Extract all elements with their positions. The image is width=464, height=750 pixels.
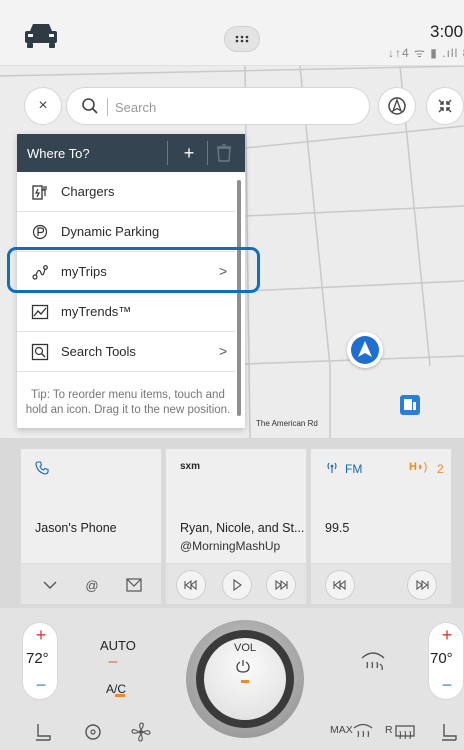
trash-icon[interactable] [215, 143, 233, 163]
radio-source: FM [345, 462, 363, 476]
auto-indicator: --- [108, 654, 118, 668]
siriusxm-card[interactable]: sxm Ryan, Nicole, and St... @MorningMash… [165, 448, 307, 605]
phone-controls: @ [21, 563, 161, 604]
power-icon [236, 660, 250, 673]
navigation-mode-button[interactable] [378, 87, 416, 125]
reorder-tip: Tip: To reorder menu items, touch and ho… [25, 389, 231, 416]
radio-card[interactable]: FM H◗) 2 99.5 [310, 448, 452, 605]
status-indicators: ↓↑4 ᯤ ▮ .ıll 80 [388, 46, 464, 60]
heated-seat-icon[interactable] [32, 720, 54, 744]
panel-title: Where To? [27, 146, 90, 161]
ac-indicator [115, 694, 125, 697]
hd-channel: 2 [437, 462, 444, 476]
menu-item-dynamic-parking[interactable]: Dynamic Parking [17, 212, 235, 252]
right-temp: 70° [430, 650, 453, 667]
seek-forward-icon[interactable] [407, 570, 437, 600]
collapse-button[interactable] [426, 87, 464, 125]
volume-label: VOL [233, 642, 256, 654]
skip-forward-icon[interactable] [266, 570, 296, 600]
search-input[interactable] [115, 96, 355, 118]
power-indicator [241, 680, 249, 683]
phone-card[interactable]: Jason's Phone @ [20, 448, 162, 605]
search-tools-icon [31, 343, 49, 361]
auto-button[interactable]: AUTO [100, 638, 136, 653]
radio-signal-icon [327, 462, 337, 473]
fan-icon[interactable] [130, 720, 152, 744]
trends-icon [31, 304, 49, 320]
search-icon [82, 98, 98, 114]
radio-frequency: 99.5 [325, 521, 350, 535]
menu-item-label: Dynamic Parking [61, 224, 160, 239]
siriusxm-logo: sxm [180, 461, 201, 472]
header-divider [167, 141, 168, 165]
rear-defrost-icon[interactable] [394, 720, 416, 744]
rear-defrost-label[interactable]: R [385, 724, 393, 736]
collapse-arrows-icon [438, 99, 452, 113]
close-button[interactable]: × [24, 87, 62, 125]
passenger-seat-icon[interactable] [438, 720, 460, 744]
media-cards: Jason's Phone @ sxm Ryan, Nicole, and St… [0, 438, 464, 608]
menu-item-label: Chargers [61, 184, 115, 199]
skip-back-icon[interactable] [176, 570, 206, 600]
menu-item-label: Search Tools [61, 344, 136, 359]
max-defrost-icon[interactable] [352, 720, 374, 744]
menu-item-search-tools[interactable]: Search Tools > [17, 332, 235, 372]
car-icon[interactable] [22, 22, 60, 50]
vehicle-position-icon [347, 332, 383, 368]
phone-name: Jason's Phone [35, 521, 117, 535]
seek-back-icon[interactable] [325, 570, 355, 600]
chevron-down-icon[interactable] [35, 570, 65, 600]
temp-up-icon[interactable]: + [23, 625, 59, 646]
add-button[interactable]: + [177, 141, 201, 165]
clock: 3:00 [430, 22, 464, 41]
siriusxm-subtitle: @MorningMashUp [180, 539, 281, 553]
navigation-mode-icon [388, 97, 406, 115]
parking-icon [32, 224, 48, 240]
menu-item-mytrends[interactable]: myTrends™ [17, 292, 235, 332]
temp-down-icon[interactable]: − [429, 675, 464, 696]
grid-dots-icon [235, 35, 249, 43]
left-temp: 72° [26, 650, 49, 667]
charger-icon [32, 185, 47, 200]
heated-wheel-icon[interactable] [82, 720, 104, 744]
search-divider [107, 98, 108, 116]
climate-bar: + − 72° AUTO --- A/C VOL + − 70° MAX R [0, 608, 464, 750]
max-defrost-label[interactable]: MAX [330, 724, 353, 736]
apps-button[interactable] [224, 26, 260, 52]
siriusxm-controls [166, 563, 306, 604]
road-label: The American Rd [256, 419, 318, 428]
chevron-right-icon: > [219, 343, 228, 359]
scrollbar[interactable] [237, 180, 241, 416]
menu-item-label: myTrends™ [61, 304, 132, 319]
at-sign-icon[interactable]: @ [77, 570, 107, 600]
search-bar[interactable] [66, 87, 370, 125]
phone-icon [35, 461, 49, 475]
hd-radio-icon: H◗) [409, 461, 428, 473]
panel-header: Where To? + [17, 134, 245, 172]
play-icon[interactable] [222, 570, 252, 600]
temp-down-icon[interactable]: − [23, 675, 59, 696]
poi-marker-icon[interactable] [399, 394, 421, 416]
front-defrost-icon[interactable] [358, 646, 388, 676]
menu-item-chargers[interactable]: Chargers [17, 172, 235, 212]
status-bar: 3:00 ↓↑4 ᯤ ▮ .ıll 80 [0, 0, 464, 66]
radio-controls [311, 563, 451, 604]
siriusxm-title: Ryan, Nicole, and St... [180, 521, 305, 535]
temp-up-icon[interactable]: + [429, 625, 464, 646]
header-divider [207, 141, 208, 165]
selection-highlight [7, 247, 260, 293]
message-icon[interactable] [119, 570, 149, 600]
